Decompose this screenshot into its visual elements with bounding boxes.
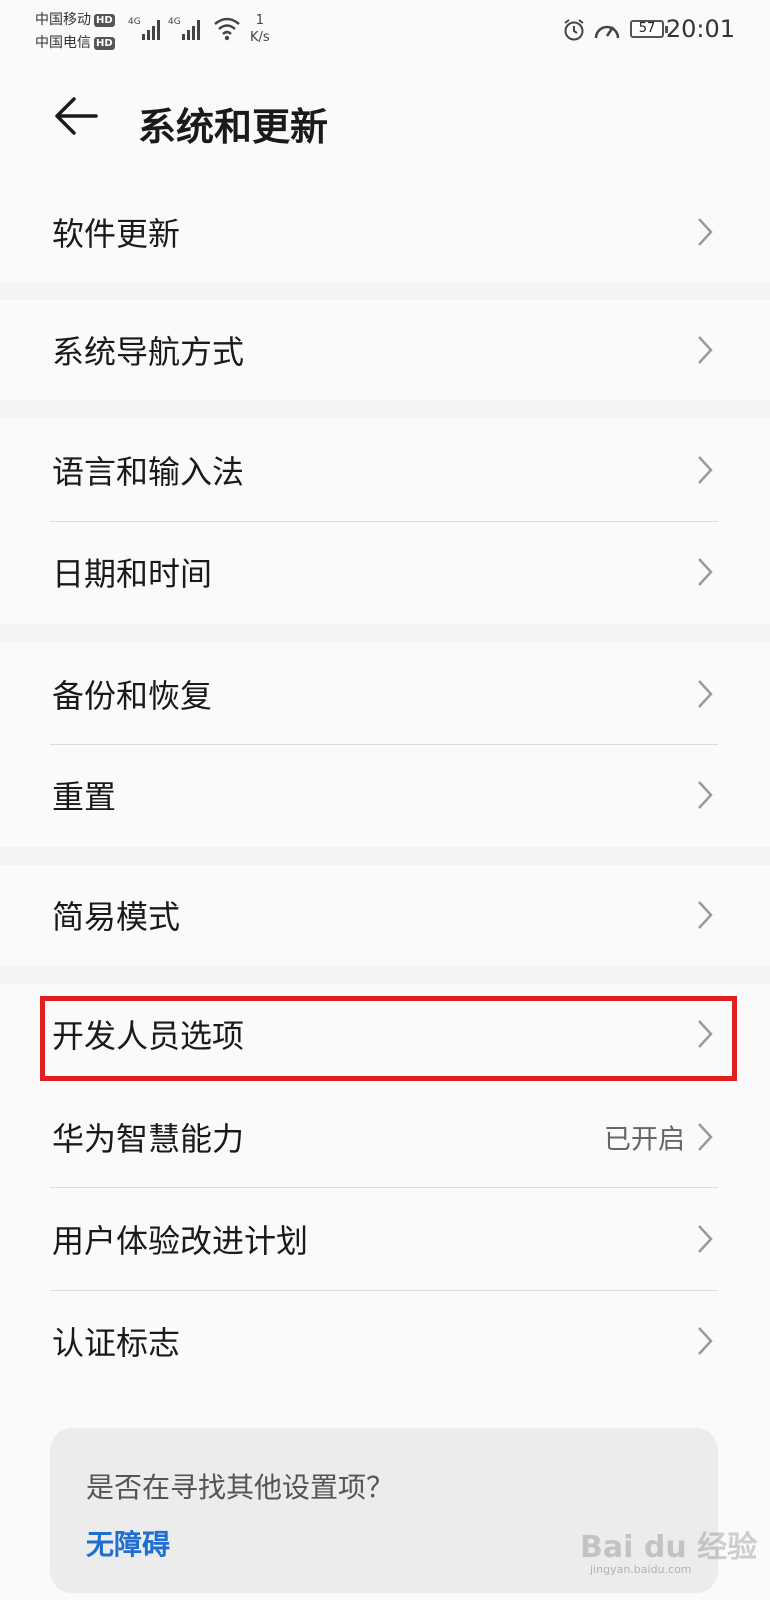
menu-item-simple-mode[interactable]: 简易模式: [0, 865, 770, 965]
page-header: 系统和更新: [0, 64, 770, 182]
chevron-right-icon: [698, 336, 713, 364]
status-value: 已开启: [604, 1124, 685, 1156]
baidu-watermark: Bai du 经验: [580, 1530, 758, 1565]
chevron-right-icon: [698, 456, 713, 484]
menu-item-label: 备份和恢复: [52, 677, 213, 715]
signal-icon-1: 4G: [128, 17, 160, 40]
settings-card-1: 软件更新: [0, 182, 770, 282]
settings-card-4: 备份和恢复 重置: [0, 642, 770, 847]
menu-item-label: 简易模式: [52, 898, 181, 936]
menu-item-user-experience[interactable]: 用户体验改进计划: [0, 1189, 770, 1289]
net-type-1: 4G: [128, 17, 141, 27]
net-speed: 1 K/s: [250, 12, 270, 46]
alarm-icon: [564, 19, 584, 41]
divider: [50, 1187, 718, 1188]
chevron-right-icon: [698, 680, 713, 708]
menu-item-backup-restore[interactable]: 备份和恢复: [0, 644, 770, 744]
menu-item-label: 用户体验改进计划: [52, 1222, 309, 1260]
signal-icon-2: 4G: [168, 17, 200, 40]
menu-item-label: 系统导航方式: [52, 333, 245, 371]
menu-item-certification[interactable]: 认证标志: [0, 1291, 770, 1391]
menu-item-label: 华为智慧能力: [52, 1120, 245, 1158]
battery-icon: 57: [630, 20, 668, 38]
speedometer-icon: [594, 25, 620, 39]
accessibility-link[interactable]: 无障碍: [86, 1523, 170, 1563]
status-clock: 20:01: [665, 15, 735, 43]
status-bar: 中国移动 HD 中国电信 HD 4G 4G 1 K/s 57 20:01: [0, 0, 770, 64]
net-type-2: 4G: [168, 17, 181, 27]
menu-item-label: 重置: [52, 778, 117, 816]
net-speed-value: 1: [255, 13, 264, 28]
menu-item-label: 日期和时间: [52, 555, 213, 593]
carrier-2-name: 中国电信: [35, 35, 91, 51]
carrier-1: 中国移动 HD: [35, 9, 115, 29]
net-speed-unit: K/s: [250, 30, 270, 45]
settings-card-2: 系统导航方式: [0, 300, 770, 400]
menu-item-language-input[interactable]: 语言和输入法: [0, 420, 770, 520]
highlight-box: [40, 996, 737, 1081]
menu-item-label: 认证标志: [52, 1324, 181, 1362]
menu-item-label: 软件更新: [52, 215, 181, 253]
chevron-right-icon: [698, 1123, 713, 1151]
chevron-right-icon: [698, 1327, 713, 1355]
hd-badge: HD: [94, 14, 115, 27]
wifi-icon: [214, 17, 240, 41]
menu-item-system-navigation[interactable]: 系统导航方式: [0, 300, 770, 400]
menu-item-software-update[interactable]: 软件更新: [0, 182, 770, 282]
page-title: 系统和更新: [138, 105, 329, 149]
menu-item-date-time[interactable]: 日期和时间: [0, 522, 770, 622]
menu-item-huawei-smart[interactable]: 华为智慧能力 已开启: [0, 1087, 770, 1187]
hd-badge: HD: [94, 37, 115, 50]
back-arrow-icon[interactable]: [52, 92, 100, 140]
chevron-right-icon: [698, 781, 713, 809]
chevron-right-icon: [698, 218, 713, 246]
menu-item-reset[interactable]: 重置: [0, 745, 770, 845]
carrier-1-name: 中国移动: [35, 12, 91, 28]
chevron-right-icon: [698, 901, 713, 929]
baidu-watermark-url: jingyan.baidu.com: [590, 1563, 692, 1576]
settings-card-5: 简易模式: [0, 865, 770, 966]
settings-card-3: 语言和输入法 日期和时间: [0, 418, 770, 624]
menu-item-label: 语言和输入法: [52, 453, 245, 491]
search-suggestion-question: 是否在寻找其他设置项？: [86, 1471, 395, 1504]
carrier-2: 中国电信 HD: [35, 32, 115, 52]
chevron-right-icon: [698, 558, 713, 586]
chevron-right-icon: [698, 1225, 713, 1253]
